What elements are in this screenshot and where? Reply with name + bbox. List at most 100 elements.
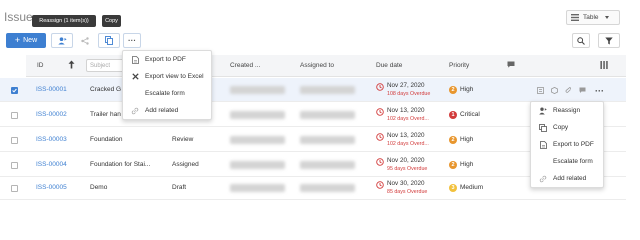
share-icon [81,36,89,45]
issue-id-link[interactable]: ISS-00003 [36,136,67,143]
overdue-text: 95 days Overdue [387,166,428,172]
created-by-redacted [230,184,285,192]
issue-subject: Foundation for Stai... [90,161,151,168]
created-by-redacted [230,161,285,169]
cube-icon[interactable] [551,87,558,94]
due-date: Nov 27, 2020 [387,82,425,89]
assigned-to-redacted [300,111,355,119]
priority-label: Critical [460,111,480,118]
new-button[interactable]: + New [6,33,46,48]
issue-id-link[interactable]: ISS-00005 [36,184,67,191]
assigned-to-redacted [300,86,355,94]
assigned-to-redacted [300,136,355,144]
overdue-text: 108 days Overdue [387,91,431,97]
priority-medium-icon: 3 [449,184,457,192]
column-created[interactable]: Created ... [230,62,260,69]
created-by-redacted [230,136,285,144]
copy-icon [105,36,113,45]
sort-ascending-icon[interactable] [68,60,75,69]
reassign-button[interactable] [51,33,73,48]
page-title: Issue [4,10,33,24]
link-icon [131,107,139,115]
priority-label: High [460,86,474,93]
overdue-text: 85 days Overdue [387,189,428,195]
filter-icon [605,37,613,45]
menu-item-label: Add related [145,107,179,114]
excel-icon [131,73,139,80]
issue-id-link[interactable]: ISS-00004 [36,161,67,168]
overdue-text: 102 days Overd... [387,116,429,122]
menu-item-export-pdf[interactable]: Export to PDF [123,51,211,68]
link-icon [539,175,547,183]
issue-subject: Trailer han [90,111,121,118]
column-id[interactable]: ID [37,62,44,69]
due-date: Nov 13, 2020 [387,107,425,114]
search-icon [577,36,585,45]
comment-icon [507,61,515,68]
reassign-icon [539,107,547,115]
priority-label: Medium [460,184,484,191]
menu-item-escalate-form[interactable]: Escalate form [531,153,603,170]
clock-overdue-icon [376,83,384,91]
column-priority[interactable]: Priority [449,62,469,69]
filter-button[interactable] [598,33,620,48]
search-button[interactable] [572,33,590,48]
share-button[interactable] [76,33,94,48]
clock-overdue-icon [376,108,384,116]
menu-item-reassign[interactable]: Reassign [531,102,603,119]
subject-filter-input[interactable]: Subject [86,59,126,72]
priority-high-icon: 2 [449,161,457,169]
overdue-text: 102 days Overd... [387,141,429,147]
comment-icon[interactable] [579,87,586,94]
priority-critical-icon: 1 [449,111,457,119]
menu-item-copy[interactable]: Copy [531,119,603,136]
clock-overdue-icon [376,181,384,189]
pdf-icon [539,140,547,149]
menu-item-label: Escalate form [145,90,185,97]
row-checkbox[interactable] [11,185,18,192]
row-checkbox[interactable] [11,87,18,94]
more-actions-button[interactable]: ··· [123,33,141,48]
priority-label: High [460,161,474,168]
menu-item-label: Export to PDF [145,56,186,63]
row-more-button[interactable]: ··· [595,86,604,96]
attachment-icon[interactable] [565,87,572,94]
issue-subject: Cracked G [90,86,122,93]
issue-subject: Foundation [90,136,123,143]
issue-id-link[interactable]: ISS-00002 [36,111,67,118]
menu-item-export-pdf[interactable]: Export to PDF [531,136,603,153]
priority-high-icon: 2 [449,136,457,144]
due-date: Nov 20, 2020 [387,157,425,164]
column-due-date[interactable]: Due date [376,62,402,69]
created-by-redacted [230,86,285,94]
menu-item-add-related[interactable]: Add related [123,102,211,119]
form-icon[interactable] [537,87,544,94]
row-checkbox[interactable] [11,162,18,169]
issue-subject: Demo [90,184,108,191]
pdf-icon [131,55,139,64]
new-button-label: New [23,37,38,44]
due-date: Nov 30, 2020 [387,180,425,187]
menu-item-label: Export view to Excel [145,73,204,80]
plus-icon: + [14,35,21,45]
row-checkbox[interactable] [11,112,18,119]
row-checkbox[interactable] [11,137,18,144]
due-date: Nov 13, 2020 [387,132,425,139]
copy-tooltip: Copy [102,15,121,27]
menu-item-label: Add related [553,175,587,182]
created-by-redacted [230,111,285,119]
clock-overdue-icon [376,133,384,141]
copy-button[interactable] [98,33,120,48]
view-selector[interactable]: Table [566,10,620,25]
table-row[interactable]: ISS-00001 Cracked G Nov 27, 2020 108 day… [0,78,626,102]
columns-settings-icon[interactable] [600,61,608,69]
menu-item-escalate-form[interactable]: Escalate form [123,85,211,102]
menu-item-add-related[interactable]: Add related [531,170,603,187]
priority-high-icon: 2 [449,86,457,94]
column-assigned-to[interactable]: Assigned to [300,62,334,69]
reassign-tooltip: Reassign (1 item(s)) [32,15,96,27]
menu-item-export-excel[interactable]: Export view to Excel [123,68,211,85]
issue-id-link[interactable]: ISS-00001 [36,86,67,93]
chevron-down-icon [604,16,609,19]
row-context-menu: Reassign Copy Export to PDF Escalate for… [530,101,604,188]
